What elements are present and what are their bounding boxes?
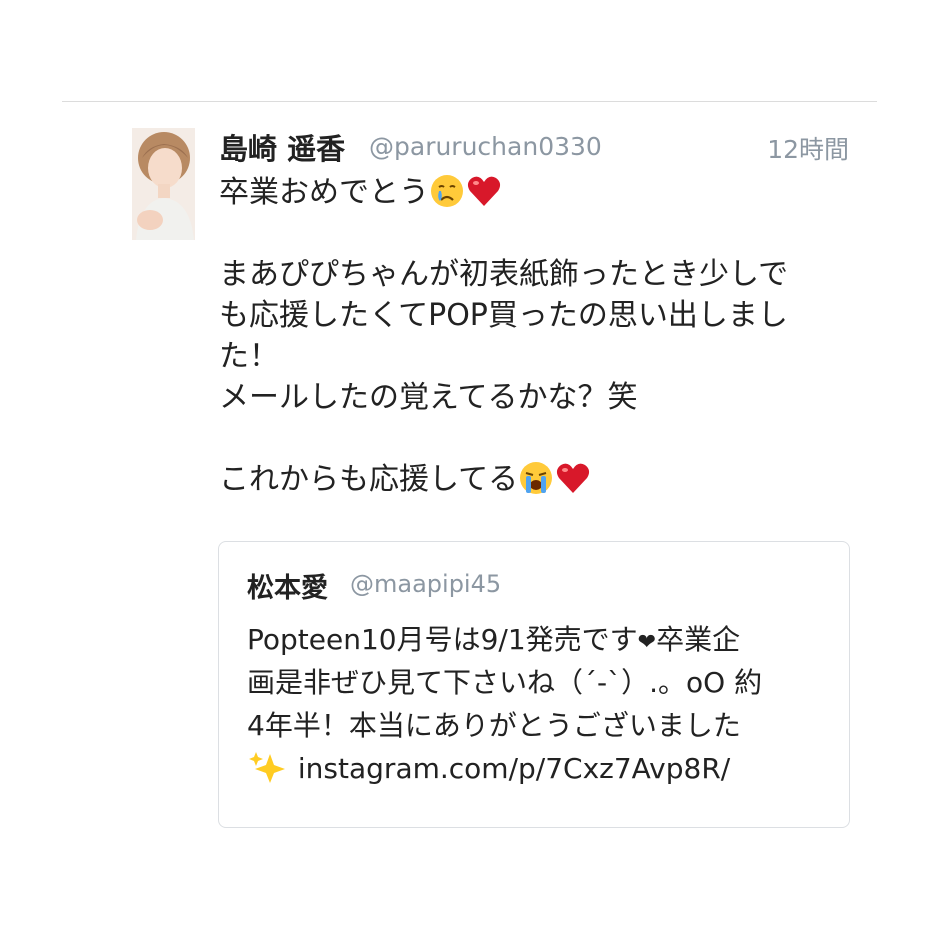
loudly-crying-face-icon bbox=[519, 461, 553, 506]
avatar-photo-icon bbox=[132, 128, 195, 240]
quoted-tweet-card[interactable]: 松本愛 @maapipi45 Popteen10月号は9/1発売です❤卒業企 画… bbox=[218, 541, 850, 828]
instagram-link[interactable]: instagram.com/p/7Cxz7Avp8R/ bbox=[298, 752, 730, 785]
tweet-timestamp[interactable]: 12時間 bbox=[767, 130, 849, 166]
quoted-line: 4年半！本当にありがとうございました bbox=[247, 709, 741, 742]
sparkles-icon bbox=[248, 750, 288, 796]
red-heart-icon bbox=[555, 461, 591, 506]
tweet-line: た！ bbox=[219, 339, 279, 374]
crying-face-icon bbox=[430, 174, 464, 219]
author-handle[interactable]: @paruruchan0330 bbox=[369, 132, 602, 161]
quoted-tweet-text: Popteen10月号は9/1発売です❤卒業企 画是非ぜひ見て下さいね（´-`）… bbox=[247, 618, 837, 790]
avatar[interactable] bbox=[132, 128, 195, 240]
tweet-text: 卒業おめでとう まあぴぴちゃんが初表紙飾ったとき少しで も応援したくてPOP買っ… bbox=[219, 172, 859, 500]
timeline-divider bbox=[62, 101, 877, 102]
tweet-line: も応援したくてPOP買ったの思い出しまし bbox=[219, 298, 788, 333]
quoted-line: 画是非ぜひ見て下さいね（´-`）.。oO 約 bbox=[247, 666, 763, 699]
quoted-line: instagram.com/p/7Cxz7Avp8R/ bbox=[247, 747, 837, 790]
heart-icon: ❤ bbox=[637, 630, 657, 655]
tweet-header: 島崎 遥香 @paruruchan0330 12時間 bbox=[219, 122, 849, 166]
tweet-line: まあぴぴちゃんが初表紙飾ったとき少しで bbox=[219, 257, 789, 292]
tweet-line: メールしたの覚えてるかな？笑 bbox=[219, 380, 638, 415]
tweet-line: これからも応援してる bbox=[219, 459, 859, 500]
author-name[interactable]: 島崎 遥香 bbox=[219, 126, 345, 168]
quoted-author-name[interactable]: 松本愛 bbox=[247, 566, 328, 605]
red-heart-icon bbox=[466, 174, 502, 219]
tweet-line: 卒業おめでとう bbox=[219, 172, 859, 213]
quoted-author-handle[interactable]: @maapipi45 bbox=[350, 570, 501, 598]
quoted-line: Popteen10月号は9/1発売です❤卒業企 bbox=[247, 623, 741, 656]
